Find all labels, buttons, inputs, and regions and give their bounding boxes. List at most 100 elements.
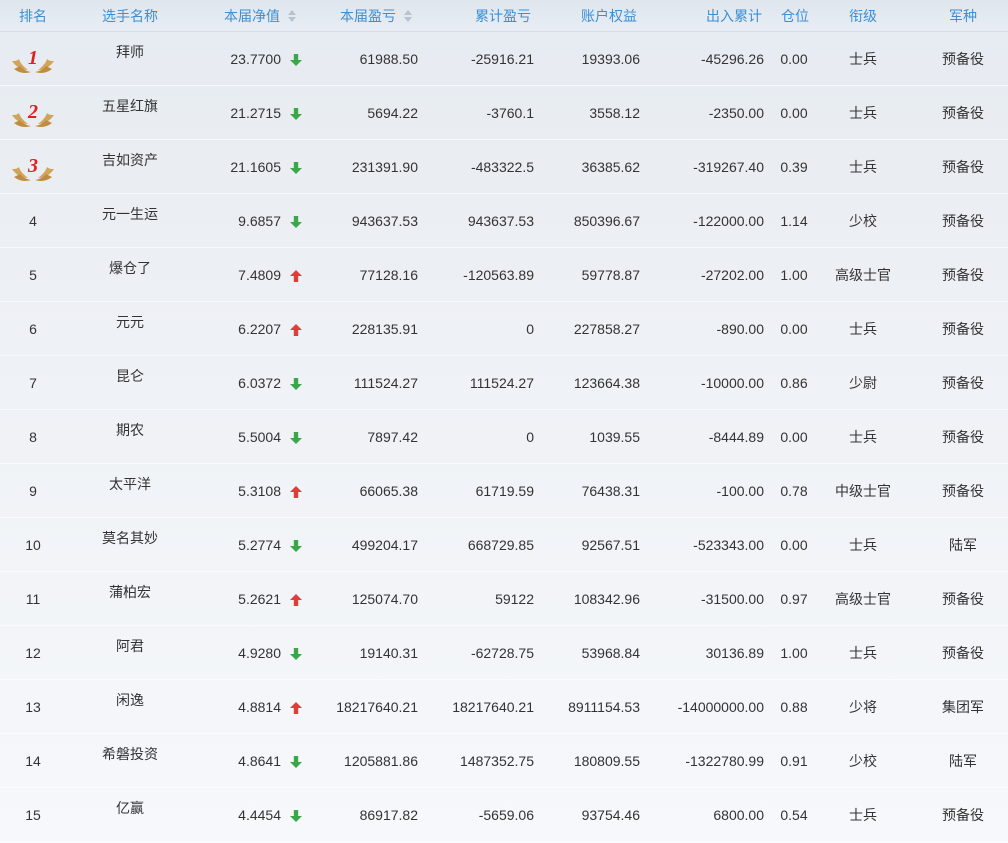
cumulative-pnl-cell: 18217640.21 (452, 699, 534, 715)
player-name-link[interactable]: 元一生运 (80, 187, 180, 241)
header-pnl-sortable[interactable]: 本届盈亏 (340, 0, 412, 32)
nav-cell: 5.2774 (238, 537, 281, 553)
flow-cell: -1322780.99 (685, 753, 764, 769)
table-row[interactable]: 13 闲逸 4.8814 18217640.21 18217640.21 891… (0, 680, 1008, 734)
player-name-link[interactable]: 太平洋 (80, 457, 180, 511)
cumulative-pnl-cell: 943637.53 (467, 213, 534, 229)
branch-cell: 预备役 (942, 429, 984, 445)
rank-medal: 2 (10, 97, 56, 129)
equity-cell: 19393.06 (581, 51, 640, 67)
player-name-link[interactable]: 希磐投资 (80, 727, 180, 781)
player-name-link[interactable]: 莫名其妙 (80, 511, 180, 565)
position-cell: 1.00 (780, 267, 808, 283)
rank-title-cell: 士兵 (849, 537, 877, 553)
equity-cell: 180809.55 (573, 753, 640, 769)
rank-cell: 7 (29, 375, 37, 391)
sort-icon[interactable] (404, 10, 412, 22)
table-row[interactable]: 6 元元 6.2207 228135.91 0 227858.27 -890.0… (0, 302, 1008, 356)
table-row[interactable]: 3 吉如资产 21.1605 231391.90 -483322.5 36385… (0, 140, 1008, 194)
cumulative-pnl-cell: -483322.5 (470, 159, 534, 175)
header-nav-sortable[interactable]: 本届净值 (224, 0, 296, 32)
table-row[interactable]: 7 昆仑 6.0372 111524.27 111524.27 123664.3… (0, 356, 1008, 410)
cumulative-pnl-cell: 61719.59 (475, 483, 534, 499)
nav-cell: 5.5004 (238, 429, 281, 445)
branch-cell: 预备役 (942, 321, 984, 337)
header-pnl-label: 本届盈亏 (340, 8, 396, 24)
pnl-cell: 111524.27 (353, 375, 418, 391)
flow-cell: -100.00 (716, 483, 764, 499)
table-row[interactable]: 15 亿赢 4.4454 86917.82 -5659.06 93754.46 … (0, 788, 1008, 842)
header-position[interactable]: 仓位 (781, 0, 809, 32)
nav-cell: 23.7700 (230, 51, 281, 67)
player-name-link[interactable]: 五星红旗 (80, 79, 180, 133)
cumulative-pnl-cell: 111524.27 (469, 375, 534, 391)
player-name-link[interactable]: 昆仑 (80, 349, 180, 403)
cumulative-pnl-cell: 0 (526, 321, 534, 337)
flow-cell: -2350.00 (708, 105, 764, 121)
pnl-cell: 228135.91 (351, 321, 418, 337)
header-equity[interactable]: 账户权益 (581, 0, 637, 32)
header-flow[interactable]: 出入累计 (706, 0, 762, 32)
header-cumulative-pnl[interactable]: 累计盈亏 (475, 0, 531, 32)
position-cell: 0.86 (780, 375, 808, 391)
branch-cell: 陆军 (949, 537, 977, 553)
sort-icon[interactable] (288, 10, 296, 22)
player-name-link[interactable]: 蒲柏宏 (80, 565, 180, 619)
table-row[interactable]: 10 莫名其妙 5.2774 499204.17 668729.85 92567… (0, 518, 1008, 572)
cumulative-pnl-cell: -25916.21 (470, 51, 534, 67)
rank-cell: 11 (25, 591, 41, 607)
table-row[interactable]: 4 元一生运 9.6857 943637.53 943637.53 850396… (0, 194, 1008, 248)
player-name-link[interactable]: 亿赢 (80, 781, 180, 835)
pnl-cell: 61988.50 (359, 51, 418, 67)
nav-cell: 21.1605 (230, 159, 281, 175)
pnl-cell: 7897.42 (367, 429, 418, 445)
header-branch[interactable]: 军种 (949, 0, 977, 32)
branch-cell: 预备役 (942, 51, 984, 67)
pnl-cell: 1205881.86 (344, 753, 418, 769)
equity-cell: 227858.27 (573, 321, 640, 337)
position-cell: 0.54 (780, 807, 808, 823)
flow-cell: -890.00 (716, 321, 764, 337)
laurel-icon: 1 (12, 47, 54, 73)
player-name-link[interactable]: 爆仓了 (80, 241, 180, 295)
rank-title-cell: 少尉 (849, 375, 877, 391)
rank-title-cell: 高级士官 (835, 267, 891, 283)
rank-title-cell: 高级士官 (835, 591, 891, 607)
position-cell: 1.00 (780, 645, 808, 661)
table-row[interactable]: 1 拜师 23.7700 61988.50 -25916.21 19393.06… (0, 32, 1008, 86)
table-row[interactable]: 12 阿君 4.9280 19140.31 -62728.75 53968.84… (0, 626, 1008, 680)
player-name-link[interactable]: 阿君 (80, 619, 180, 673)
branch-cell: 预备役 (942, 807, 984, 823)
pnl-cell: 125074.70 (351, 591, 418, 607)
table-row[interactable]: 9 太平洋 5.3108 66065.38 61719.59 76438.31 … (0, 464, 1008, 518)
player-name-link[interactable]: 元元 (80, 295, 180, 349)
player-name-link[interactable]: 吉如资产 (80, 133, 180, 187)
rank-cell: 10 (25, 537, 41, 553)
table-row[interactable]: 11 蒲柏宏 5.2621 125074.70 59122 108342.96 … (0, 572, 1008, 626)
rank-cell: 14 (25, 753, 41, 769)
player-name-link[interactable]: 拜师 (80, 25, 180, 79)
branch-cell: 预备役 (942, 159, 984, 175)
player-name-link[interactable]: 闲逸 (80, 673, 180, 727)
equity-cell: 53968.84 (581, 645, 640, 661)
header-rank[interactable]: 排名 (19, 0, 47, 32)
table-row[interactable]: 2 五星红旗 21.2715 5694.22 -3760.1 3558.12 -… (0, 86, 1008, 140)
rank-cell: 5 (29, 267, 37, 283)
nav-cell: 4.9280 (238, 645, 281, 661)
equity-cell: 123664.38 (573, 375, 640, 391)
flow-cell: -31500.00 (700, 591, 764, 607)
table-row[interactable]: 5 爆仓了 7.4809 77128.16 -120563.89 59778.8… (0, 248, 1008, 302)
flow-cell: -122000.00 (693, 213, 764, 229)
header-rank-title[interactable]: 衔级 (849, 0, 877, 32)
position-cell: 0.00 (780, 429, 808, 445)
table-row[interactable]: 14 希磐投资 4.8641 1205881.86 1487352.75 180… (0, 734, 1008, 788)
position-cell: 0.78 (780, 483, 808, 499)
table-row[interactable]: 8 期农 5.5004 7897.42 0 1039.55 -8444.89 0… (0, 410, 1008, 464)
nav-cell: 6.0372 (238, 375, 281, 391)
rank-title-cell: 士兵 (849, 321, 877, 337)
cumulative-pnl-cell: -62728.75 (470, 645, 534, 661)
cumulative-pnl-cell: -120563.89 (463, 267, 534, 283)
pnl-cell: 499204.17 (351, 537, 418, 553)
rank-medal: 1 (10, 43, 56, 75)
player-name-link[interactable]: 期农 (80, 403, 180, 457)
